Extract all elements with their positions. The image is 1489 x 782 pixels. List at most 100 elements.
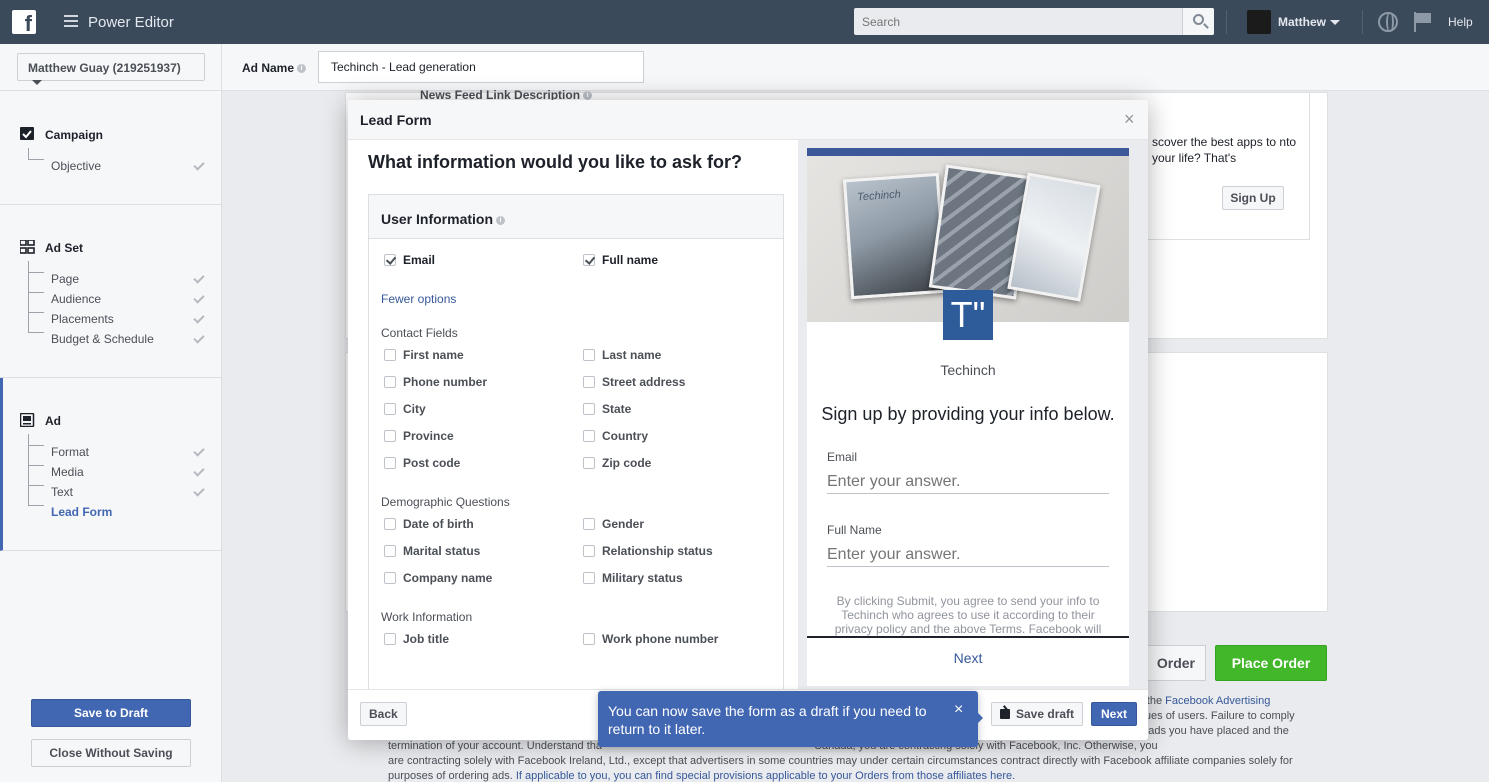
post-code-option-label[interactable]: Post code bbox=[403, 456, 460, 470]
gender-checkbox[interactable] bbox=[583, 518, 595, 530]
email-answer-input[interactable] bbox=[827, 470, 1109, 494]
last-name-checkbox[interactable] bbox=[583, 349, 595, 361]
search-button[interactable] bbox=[1182, 8, 1214, 35]
zip-code-option-label[interactable]: Zip code bbox=[602, 456, 651, 470]
military-status-checkbox[interactable] bbox=[583, 572, 595, 584]
state-checkbox[interactable] bbox=[583, 403, 595, 415]
job-title-option-label[interactable]: Job title bbox=[403, 632, 449, 646]
province-option-label[interactable]: Province bbox=[403, 429, 454, 443]
city-checkbox[interactable] bbox=[384, 403, 396, 415]
check-icon bbox=[193, 332, 205, 344]
sidebar-item-page[interactable]: Page bbox=[51, 272, 79, 286]
date-of-birth-option-label[interactable]: Date of birth bbox=[403, 517, 474, 531]
sidebar-item-format[interactable]: Format bbox=[51, 445, 89, 459]
user-menu[interactable]: Matthew bbox=[1278, 15, 1340, 29]
grid-icon bbox=[20, 240, 35, 254]
last-name-option-label[interactable]: Last name bbox=[602, 348, 661, 362]
relationship-status-checkbox[interactable] bbox=[583, 545, 595, 557]
account-bar: Matthew Guay (219251937) bbox=[0, 44, 222, 91]
job-title-checkbox[interactable] bbox=[384, 633, 396, 645]
state-option-label[interactable]: State bbox=[602, 402, 631, 416]
work-phone-number-option-label[interactable]: Work phone number bbox=[602, 632, 718, 646]
save-draft-button[interactable]: Save draft bbox=[991, 702, 1084, 726]
sidebar-item-placements[interactable]: Placements bbox=[51, 312, 114, 326]
dialog-title: Lead Form bbox=[360, 112, 432, 128]
advertising-policies-link[interactable]: Facebook Advertising bbox=[1165, 695, 1270, 707]
ad-name-input[interactable] bbox=[318, 51, 644, 83]
marital-status-option-label[interactable]: Marital status bbox=[403, 544, 480, 558]
flag-icon[interactable] bbox=[1414, 12, 1432, 32]
sidebar-item-media[interactable]: Media bbox=[51, 465, 84, 479]
gender-option-label[interactable]: Gender bbox=[602, 517, 644, 531]
chevron-down-icon bbox=[32, 80, 42, 86]
company-name-option-label[interactable]: Company name bbox=[403, 571, 492, 585]
hamburger-menu-icon[interactable] bbox=[64, 15, 78, 27]
checkbox-icon bbox=[20, 127, 34, 140]
date-of-birth-checkbox[interactable] bbox=[384, 518, 396, 530]
phone-number-checkbox[interactable] bbox=[384, 376, 396, 388]
full-name-question-label: Full Name bbox=[827, 523, 882, 537]
sidebar-item-lead-form[interactable]: Lead Form bbox=[51, 505, 112, 519]
sidebar-item-adset[interactable]: Ad Set bbox=[45, 241, 83, 255]
back-button[interactable]: Back bbox=[360, 702, 407, 726]
close-icon[interactable]: × bbox=[1124, 110, 1135, 128]
street-address-checkbox[interactable] bbox=[583, 376, 595, 388]
app-title[interactable]: Power Editor bbox=[88, 14, 174, 31]
close-without-saving-button[interactable]: Close Without Saving bbox=[31, 739, 191, 767]
country-option-label[interactable]: Country bbox=[602, 429, 648, 443]
page-logo: T" bbox=[943, 290, 993, 340]
sidebar-item-campaign[interactable]: Campaign bbox=[45, 128, 103, 142]
marital-status-checkbox[interactable] bbox=[384, 545, 396, 557]
work-phone-number-checkbox[interactable] bbox=[583, 633, 595, 645]
first-name-option-label[interactable]: First name bbox=[403, 348, 464, 362]
sidebar-item-audience[interactable]: Audience bbox=[51, 292, 101, 306]
help-link[interactable]: Help bbox=[1448, 15, 1473, 29]
demographic-questions-label: Demographic Questions bbox=[381, 495, 510, 509]
full-name-answer-input[interactable] bbox=[827, 543, 1109, 567]
info-icon[interactable]: i bbox=[496, 215, 506, 225]
review-order-button[interactable]: Order bbox=[1148, 645, 1206, 681]
page-name: Techinch bbox=[940, 362, 996, 378]
place-order-button[interactable]: Place Order bbox=[1215, 645, 1327, 681]
tooltip-close-icon[interactable]: × bbox=[954, 701, 963, 719]
fewer-options-link[interactable]: Fewer options bbox=[381, 292, 456, 306]
full-name-checkbox[interactable] bbox=[583, 254, 595, 266]
sidebar-section-ad: Ad Format Media Text Lead Form bbox=[0, 378, 222, 551]
form-question-heading: What information would you like to ask f… bbox=[368, 152, 743, 172]
tooltip-arrow bbox=[976, 711, 983, 725]
avatar[interactable] bbox=[1247, 10, 1271, 34]
user-information-label: User Information i bbox=[381, 211, 506, 227]
sidebar-item-text[interactable]: Text bbox=[51, 485, 73, 499]
country-checkbox[interactable] bbox=[583, 430, 595, 442]
sidebar: Matthew Guay (219251937) Campaign Object… bbox=[0, 44, 222, 782]
city-option-label[interactable]: City bbox=[403, 402, 426, 416]
preview-next-button[interactable]: Next bbox=[807, 650, 1129, 666]
globe-icon[interactable] bbox=[1378, 12, 1398, 32]
facebook-logo-icon[interactable]: f bbox=[12, 10, 36, 34]
street-address-option-label[interactable]: Street address bbox=[602, 375, 685, 389]
next-button[interactable]: Next bbox=[1091, 702, 1138, 726]
company-name-checkbox[interactable] bbox=[384, 572, 396, 584]
search-input[interactable] bbox=[854, 8, 1182, 35]
post-code-checkbox[interactable] bbox=[384, 457, 396, 469]
province-checkbox[interactable] bbox=[384, 430, 396, 442]
sidebar-item-ad[interactable]: Ad bbox=[45, 414, 61, 428]
user-information-box: User Information i Email Full name Fewer … bbox=[368, 194, 784, 690]
sidebar-item-objective[interactable]: Objective bbox=[51, 159, 101, 173]
military-status-option-label[interactable]: Military status bbox=[602, 571, 683, 585]
zip-code-checkbox[interactable] bbox=[583, 457, 595, 469]
info-icon[interactable]: i bbox=[297, 64, 307, 74]
relationship-status-option-label[interactable]: Relationship status bbox=[602, 544, 713, 558]
save-draft-icon bbox=[1000, 709, 1010, 719]
divider bbox=[1362, 10, 1363, 34]
email-checkbox[interactable] bbox=[384, 254, 396, 266]
account-selector[interactable]: Matthew Guay (219251937) bbox=[17, 53, 205, 86]
email-option-label[interactable]: Email bbox=[403, 253, 435, 267]
sidebar-item-budget-schedule[interactable]: Budget & Schedule bbox=[51, 332, 154, 346]
save-to-draft-button[interactable]: Save to Draft bbox=[31, 699, 191, 727]
first-name-checkbox[interactable] bbox=[384, 349, 396, 361]
phone-number-option-label[interactable]: Phone number bbox=[403, 375, 487, 389]
affiliates-link[interactable]: If applicable to you, you can find speci… bbox=[516, 770, 1015, 782]
user-name: Matthew bbox=[1278, 15, 1326, 29]
full-name-option-label[interactable]: Full name bbox=[602, 253, 658, 267]
